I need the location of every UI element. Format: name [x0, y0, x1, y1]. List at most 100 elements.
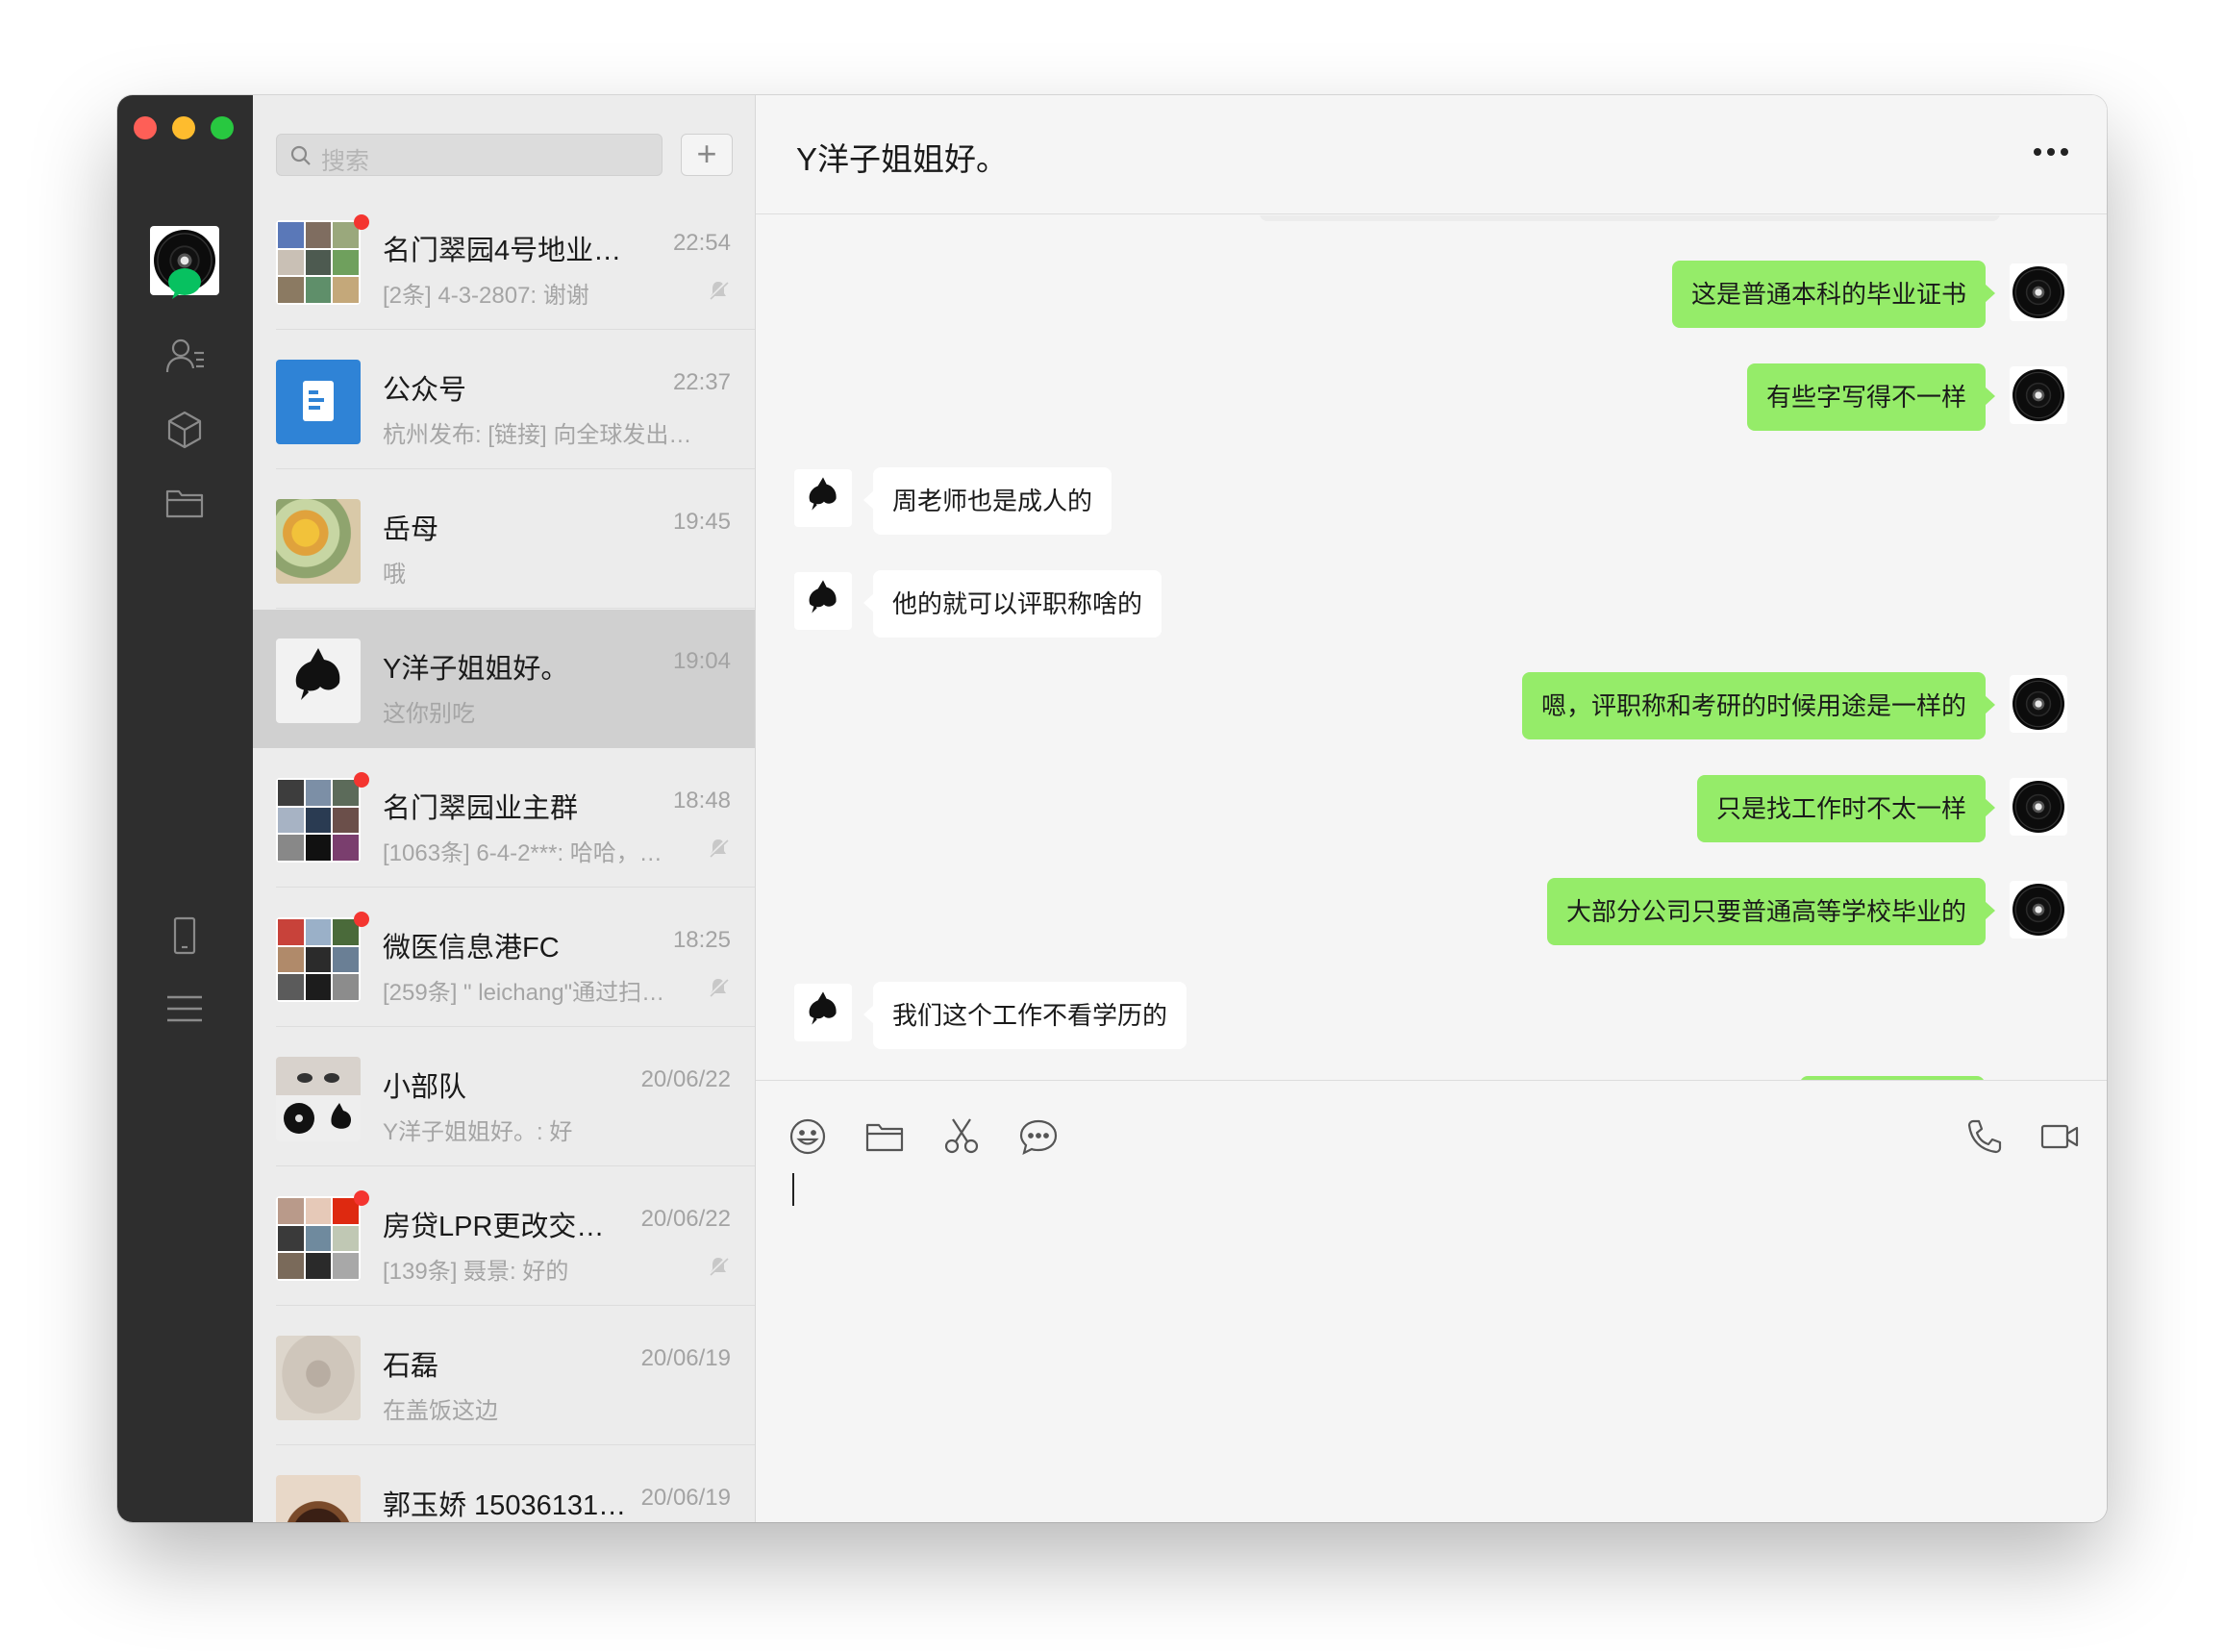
chat-name: 名门翠园4号地业…	[383, 236, 622, 266]
my-avatar[interactable]	[2010, 881, 2067, 939]
zoom-window-button[interactable]	[211, 116, 234, 139]
chat-preview: [2条] 4-3-2807: 谢谢	[383, 283, 589, 309]
unread-dot	[354, 772, 369, 788]
file-icon[interactable]	[863, 1115, 906, 1158]
chat-list-item[interactable]: 微医信息港FC 18:25 [259条] " leichang"通过扫…	[253, 889, 755, 1027]
group-avatar	[276, 778, 361, 863]
phone-icon[interactable]	[160, 911, 210, 961]
chat-time: 20/06/19	[640, 1345, 731, 1371]
contact-avatar	[276, 499, 361, 584]
message-bubble-outgoing[interactable]: 这是普通本科的毕业证书	[1671, 261, 1996, 328]
chat-time: 19:04	[672, 648, 731, 674]
chat-name: 石磊	[383, 1351, 439, 1382]
chat-list-item[interactable]: 房贷LPR更改交… 20/06/22 [139条] 聂景: 好的	[253, 1167, 755, 1306]
message-bubble-outgoing[interactable]: 大部分公司只要普通高等学校毕业的	[1546, 878, 1996, 945]
close-window-button[interactable]	[134, 116, 157, 139]
my-avatar[interactable]	[2010, 263, 2067, 321]
chat-time: 22:54	[672, 230, 731, 256]
search-placeholder: 搜索	[321, 148, 370, 175]
mute-bell-icon	[708, 1256, 729, 1277]
chat-icon[interactable]	[160, 259, 210, 309]
chat-list-item[interactable]: 名门翠园业主群 18:48 [1063条] 6-4-2***: 哈哈，…	[253, 749, 755, 888]
message-bubble-incoming[interactable]: 他的就可以评职称啥的	[862, 570, 1162, 638]
chat-name: Y洋子姐姐好。	[383, 654, 569, 685]
chat-time: 18:25	[672, 927, 731, 953]
message-bubble-outgoing[interactable]: 有些字写得不一样	[1746, 363, 1996, 431]
chat-time: 18:48	[672, 788, 731, 813]
group-avatar	[276, 917, 361, 1002]
message-list: 这是普通本科的毕业证书 有些字写得不一样 周老师也是成人的 他的就可以评职称啥的…	[756, 215, 2107, 1080]
chat-preview: [1063条] 6-4-2***: 哈哈，…	[383, 840, 662, 866]
chat-preview: 杭州发布: [链接] 向全球发出真…	[383, 422, 705, 448]
voice-call-icon[interactable]	[1963, 1115, 2006, 1158]
contacts-icon[interactable]	[160, 332, 210, 382]
chat-time: 20/06/19	[640, 1485, 731, 1511]
wechat-window: 搜索 + 名门翠园4号地业… 22:54 [2条] 4-3-2807: 谢谢 公…	[117, 95, 2107, 1522]
contact-avatar	[276, 638, 361, 723]
chat-time: 20/06/22	[640, 1206, 731, 1232]
start-group-chat-button[interactable]: +	[681, 134, 733, 176]
message-composer	[756, 1080, 2107, 1522]
chat-list-item[interactable]: 公众号 22:37 杭州发布: [链接] 向全球发出真…	[253, 331, 755, 469]
unread-dot	[354, 214, 369, 230]
chat-name: 名门翠园业主群	[383, 793, 579, 824]
chat-name: 房贷LPR更改交…	[383, 1212, 605, 1242]
more-options-icon[interactable]	[2030, 138, 2072, 166]
chat-preview: 哦	[383, 562, 406, 588]
chat-time: 22:37	[672, 369, 731, 395]
chat-time: 20/06/22	[640, 1066, 731, 1092]
chat-history-icon[interactable]	[1017, 1115, 1060, 1158]
chat-list-item[interactable]: 石磊 20/06/19 在盖饭这边	[253, 1307, 755, 1445]
chat-name: 郭玉娇 15036131…	[383, 1490, 627, 1521]
group-avatar	[276, 1196, 361, 1281]
chat-list-panel: 搜索 + 名门翠园4号地业… 22:54 [2条] 4-3-2807: 谢谢 公…	[253, 95, 756, 1522]
unread-dot	[354, 912, 369, 927]
official-accounts-avatar	[276, 360, 361, 444]
chat-preview: Y洋子姐姐好。: 好	[383, 1119, 573, 1145]
message-input[interactable]	[792, 1173, 794, 1206]
chat-name: 公众号	[383, 375, 467, 406]
chat-name: 微医信息港FC	[383, 933, 560, 964]
unread-dot	[354, 1190, 369, 1206]
my-avatar[interactable]	[2010, 366, 2067, 424]
mini-programs-icon[interactable]	[160, 405, 210, 455]
mute-bell-icon	[708, 280, 729, 301]
chat-time: 19:45	[672, 509, 731, 535]
mute-bell-icon	[708, 977, 729, 998]
message-bubble-outgoing[interactable]: 嗯，评职称和考研的时候用途是一样的	[1521, 672, 1996, 739]
chat-list-item[interactable]: Y洋子姐姐好。 19:04 这你别吃	[253, 610, 755, 748]
chat-list-item[interactable]: 岳母 19:45 哦	[253, 470, 755, 609]
search-icon	[290, 145, 311, 165]
chat-list-item[interactable]: 郭玉娇 15036131… 20/06/19	[253, 1446, 755, 1522]
menu-icon[interactable]	[160, 984, 210, 1034]
conversation-panel: Y洋子姐姐好。 这是普通本科的毕业证书 有些字写得不一样 周老师也是成人的 他的…	[756, 95, 2107, 1522]
mute-bell-icon	[708, 838, 729, 859]
my-avatar[interactable]	[2010, 778, 2067, 836]
contact-avatar[interactable]	[794, 469, 852, 527]
contact-avatar[interactable]	[794, 572, 852, 630]
my-avatar[interactable]	[2010, 675, 2067, 733]
message-bubble-incoming[interactable]: 周老师也是成人的	[862, 467, 1112, 535]
contact-avatar	[276, 1475, 361, 1522]
chat-list-item[interactable]: 名门翠园4号地业… 22:54 [2条] 4-3-2807: 谢谢	[253, 191, 755, 330]
minimize-window-button[interactable]	[172, 116, 195, 139]
conversation-title: Y洋子姐姐好。	[796, 141, 1009, 177]
group-avatar	[276, 1057, 361, 1141]
folder-icon[interactable]	[160, 478, 210, 528]
message-bubble-outgoing[interactable]: 只是找工作时不太一样	[1696, 775, 1996, 842]
video-call-icon[interactable]	[2038, 1115, 2081, 1158]
chat-name: 岳母	[383, 514, 439, 545]
screenshot-scissors-icon[interactable]	[940, 1115, 983, 1158]
emoji-icon[interactable]	[787, 1115, 829, 1158]
chat-preview: 在盖饭这边	[383, 1398, 498, 1424]
chat-list-item[interactable]: 小部队 20/06/22 Y洋子姐姐好。: 好	[253, 1028, 755, 1166]
group-avatar	[276, 220, 361, 305]
chat-preview: [259条] " leichang"通过扫…	[383, 980, 665, 1006]
chat-name: 小部队	[383, 1072, 467, 1103]
message-bubble-incoming[interactable]: 我们这个工作不看学历的	[862, 982, 1188, 1049]
chat-preview: 这你别吃	[383, 701, 475, 727]
chat-preview: [139条] 聂景: 好的	[383, 1259, 569, 1285]
contact-avatar[interactable]	[794, 984, 852, 1041]
search-input[interactable]: 搜索	[276, 134, 662, 176]
nav-rail	[117, 95, 253, 1522]
